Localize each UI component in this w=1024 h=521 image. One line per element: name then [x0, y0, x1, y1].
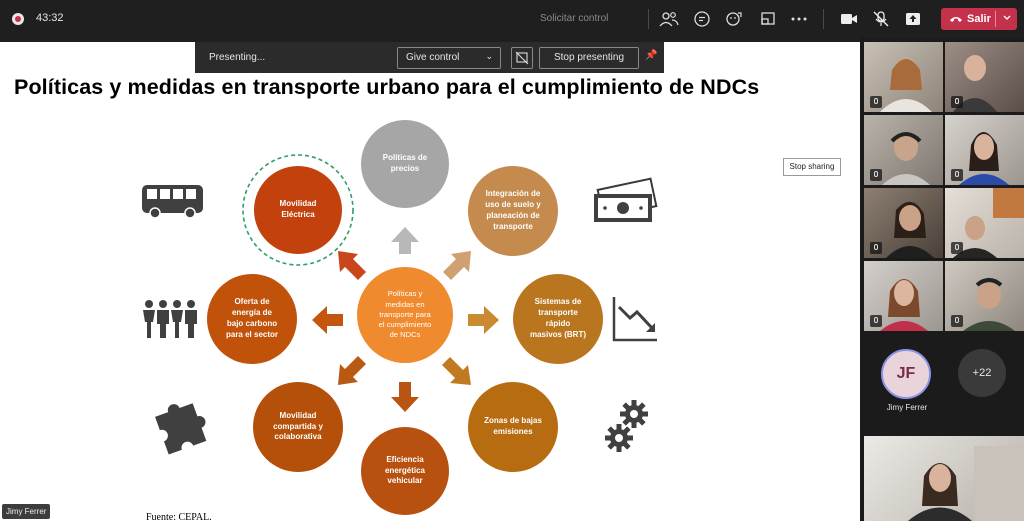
money-icon	[594, 177, 658, 222]
arrow-down-right	[442, 357, 471, 385]
participant-video-2[interactable]	[945, 42, 1024, 112]
gears-icon	[605, 400, 648, 452]
recording-icon	[12, 13, 24, 25]
bus-icon	[142, 185, 203, 219]
node-sistemas-brt: Sistemas de transporte rápido masivos (BRT)	[513, 274, 603, 364]
more-options-icon[interactable]	[788, 9, 810, 29]
participant-video-8[interactable]	[945, 261, 1024, 331]
leave-divider	[995, 11, 996, 27]
muted-mic-icon	[951, 96, 963, 108]
chevron-down-icon: ⌄	[485, 51, 493, 61]
chevron-down-icon[interactable]	[1002, 12, 1012, 24]
arrow-up	[391, 227, 419, 254]
arrow-up-right	[443, 251, 471, 280]
participant-video-4[interactable]	[945, 115, 1024, 185]
mic-muted-icon[interactable]	[870, 9, 892, 29]
chat-icon[interactable]	[691, 9, 713, 29]
request-control-button[interactable]: Solicitar control	[540, 13, 608, 24]
muted-mic-icon	[870, 242, 882, 254]
give-control-label: Give control	[406, 52, 460, 63]
more-participants-button[interactable]: +22	[958, 349, 1006, 397]
camera-icon[interactable]	[838, 9, 860, 29]
avatar[interactable]: JF	[881, 349, 931, 399]
center-text: Políticas y medidas en transporte para el c…	[378, 289, 432, 340]
give-control-dropdown[interactable]: Give control ⌄	[397, 47, 501, 69]
screen-slash-icon	[515, 51, 529, 65]
muted-mic-icon	[951, 315, 963, 327]
arrow-left	[312, 306, 343, 334]
muted-mic-icon	[870, 169, 882, 181]
chart-down-icon	[612, 297, 657, 342]
arrow-right	[468, 306, 499, 334]
participant-video-3[interactable]	[864, 115, 943, 185]
presenting-bar: Presenting... Give control ⌄ Stop presen…	[195, 42, 664, 73]
people-icon[interactable]	[658, 9, 680, 29]
stop-presenting-button[interactable]: Stop presenting	[539, 47, 639, 69]
node-integracion-uso-suelo: Integración de uso de suelo y planeación d…	[468, 166, 558, 256]
share-screen-icon[interactable]	[902, 9, 924, 29]
node-zonas-bajas-emisiones: Zonas de bajas emisiones	[468, 382, 558, 472]
node-oferta-energia: Oferta de energía de bajo carbono para el s…	[207, 274, 297, 364]
node-movilidad-compartida: Movilidad compartida y colaborativa	[253, 382, 343, 472]
stop-sharing-button[interactable]: Stop sharing	[783, 158, 841, 176]
pin-icon[interactable]: 📌	[645, 50, 657, 61]
meeting-toolbar: 43:32 Solicitar control Salir	[0, 0, 1024, 38]
people-group-icon	[143, 300, 197, 338]
puzzle-icon	[155, 403, 207, 455]
muted-mic-icon	[870, 315, 882, 327]
participant-video-7[interactable]	[864, 261, 943, 331]
muted-mic-icon	[870, 96, 882, 108]
slide-source: Fuente: CEPAL.	[146, 512, 212, 521]
node-movilidad-electrica: Movilidad Eléctrica	[254, 166, 342, 254]
participant-video-1[interactable]	[864, 42, 943, 112]
self-video[interactable]	[864, 436, 1024, 521]
screen-toggle-button[interactable]	[511, 47, 533, 69]
muted-mic-icon	[951, 169, 963, 181]
node-politicas-precios: Políticas de precios	[361, 120, 449, 208]
leave-button[interactable]: Salir	[941, 8, 1017, 30]
presenting-status: Presenting...	[209, 52, 266, 63]
arrow-down-left	[338, 356, 366, 385]
node-eficiencia-energetica: Eficiencia energética vehicular	[361, 427, 449, 515]
participant-name: Jimy Ferrer	[886, 403, 928, 412]
toolbar-divider	[823, 9, 824, 29]
person-silhouette	[908, 446, 1024, 521]
reactions-icon[interactable]	[724, 9, 746, 29]
participant-video-6[interactable]	[945, 188, 1024, 258]
center-node: Políticas y medidas en transporte para el c…	[357, 267, 453, 363]
arrow-down	[391, 382, 419, 412]
leave-label: Salir	[967, 13, 991, 25]
arrow-up-left	[338, 251, 366, 280]
presenter-name-tag: Jimy Ferrer	[2, 504, 51, 519]
meeting-timer: 43:32	[36, 12, 64, 24]
shared-screen: Políticas y medidas en transporte urbano…	[0, 42, 860, 521]
toolbar-divider	[648, 9, 649, 29]
rooms-icon[interactable]	[757, 9, 779, 29]
phone-hangup-icon	[950, 17, 962, 22]
muted-mic-icon	[951, 242, 963, 254]
participant-video-5[interactable]	[864, 188, 943, 258]
